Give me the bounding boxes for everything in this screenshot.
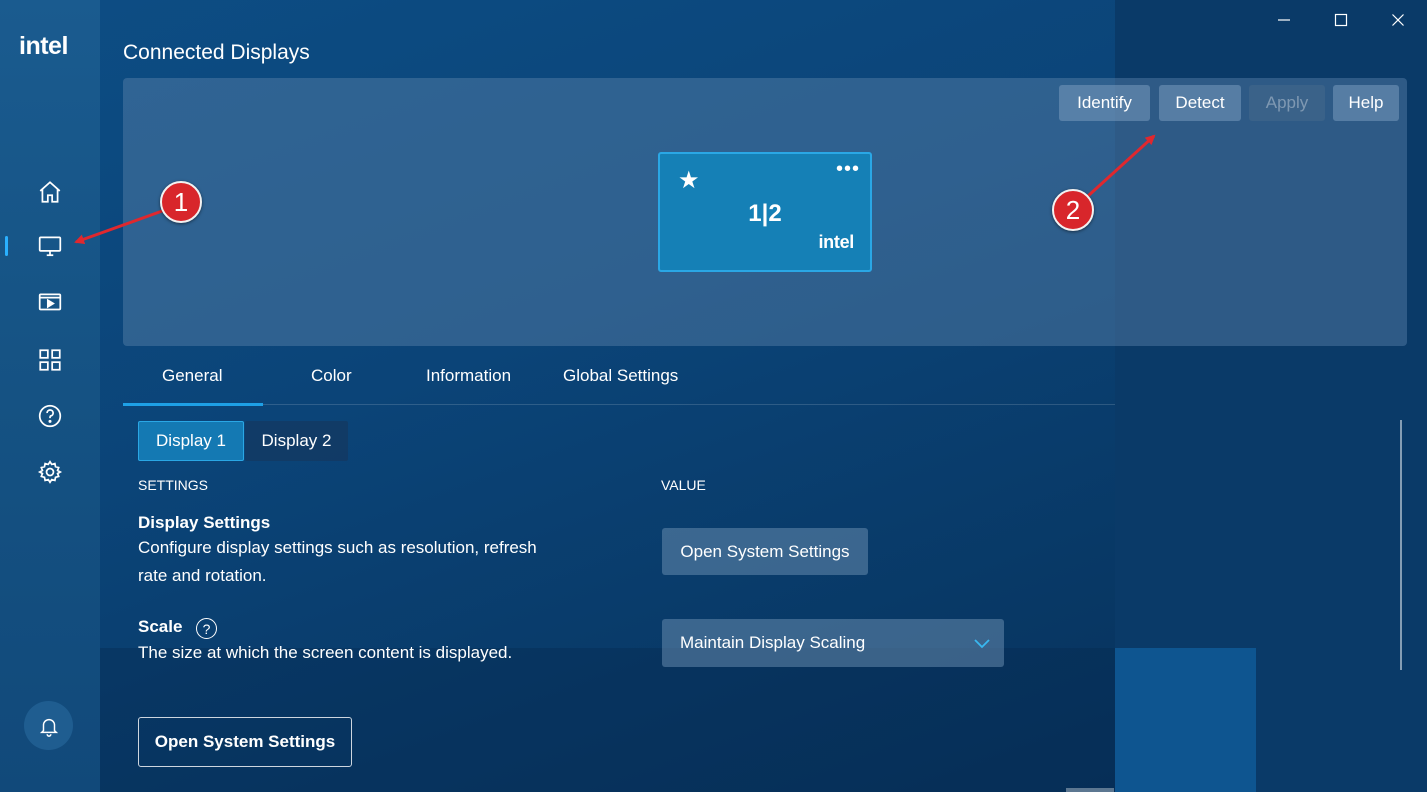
chevron-down-icon	[974, 639, 990, 649]
help-icon	[38, 404, 62, 428]
display-settings-title: Display Settings	[138, 513, 271, 532]
scale-dropdown-value: Maintain Display Scaling	[680, 633, 866, 652]
settings-column-header: SETTINGS	[138, 477, 209, 493]
sidebar-item-settings[interactable]	[25, 450, 75, 494]
bottom-divider	[1066, 788, 1114, 792]
page-title: Connected Displays	[123, 41, 310, 64]
maximize-icon	[1334, 13, 1348, 27]
display-settings-desc-line2: rate and rotation.	[138, 566, 267, 585]
scale-help-icon[interactable]: ?	[196, 618, 217, 639]
detect-button[interactable]: Detect	[1159, 85, 1241, 121]
notifications-button[interactable]	[24, 701, 73, 750]
scale-description: The size at which the screen content is …	[138, 643, 513, 662]
display-settings-desc-line1: Configure display settings such as resol…	[138, 538, 537, 557]
background-tile	[1115, 648, 1256, 792]
annotation-marker-1: 1	[160, 181, 202, 223]
display-2-tab[interactable]: Display 2	[245, 421, 348, 461]
scale-title: Scale	[138, 617, 183, 636]
star-icon: ★	[678, 167, 700, 194]
tabs-divider	[123, 404, 1115, 405]
scale-dropdown[interactable]: Maintain Display Scaling	[662, 619, 1004, 667]
tab-global-settings[interactable]: Global Settings	[563, 366, 678, 386]
annotation-marker-2: 2	[1052, 189, 1094, 231]
close-button[interactable]	[1378, 5, 1418, 35]
display-settings-description: Configure display settings such as resol…	[138, 534, 537, 590]
maximize-button[interactable]	[1321, 5, 1361, 35]
active-tab-indicator	[123, 403, 263, 406]
active-indicator	[5, 236, 8, 256]
gear-icon	[37, 460, 63, 484]
display-card[interactable]: ★ ••• 1|2 intel	[658, 152, 872, 272]
value-column-header: VALUE	[661, 477, 706, 493]
minimize-icon	[1278, 19, 1290, 21]
tab-information[interactable]: Information	[426, 366, 511, 386]
bell-icon	[39, 718, 58, 737]
monitor-icon	[38, 236, 62, 257]
tab-color[interactable]: Color	[311, 366, 352, 386]
minimize-button[interactable]	[1264, 5, 1304, 35]
sidebar-item-home[interactable]	[25, 170, 75, 214]
intel-card-logo: intel	[818, 232, 854, 252]
sidebar: intel	[0, 0, 100, 792]
footer-open-system-settings-button[interactable]: Open System Settings	[138, 717, 352, 767]
sidebar-item-video[interactable]	[25, 281, 75, 325]
sidebar-item-display[interactable]	[25, 224, 75, 268]
apps-grid-icon	[39, 349, 61, 371]
help-button[interactable]: Help	[1333, 85, 1399, 121]
intel-logo: intel	[19, 32, 68, 60]
tab-general[interactable]: General	[162, 366, 222, 386]
more-options-icon[interactable]: •••	[836, 158, 860, 181]
open-system-settings-button[interactable]: Open System Settings	[662, 528, 868, 575]
display-1-tab[interactable]: Display 1	[138, 421, 244, 461]
video-icon	[38, 293, 62, 311]
display-card-label: 1|2	[748, 200, 782, 227]
sidebar-item-apps[interactable]	[25, 338, 75, 382]
apply-button[interactable]: Apply	[1249, 85, 1325, 121]
identify-button[interactable]: Identify	[1059, 85, 1150, 121]
close-icon	[1392, 14, 1404, 26]
scrollbar[interactable]	[1400, 420, 1402, 670]
home-icon	[39, 181, 61, 203]
sidebar-item-help[interactable]	[25, 394, 75, 438]
